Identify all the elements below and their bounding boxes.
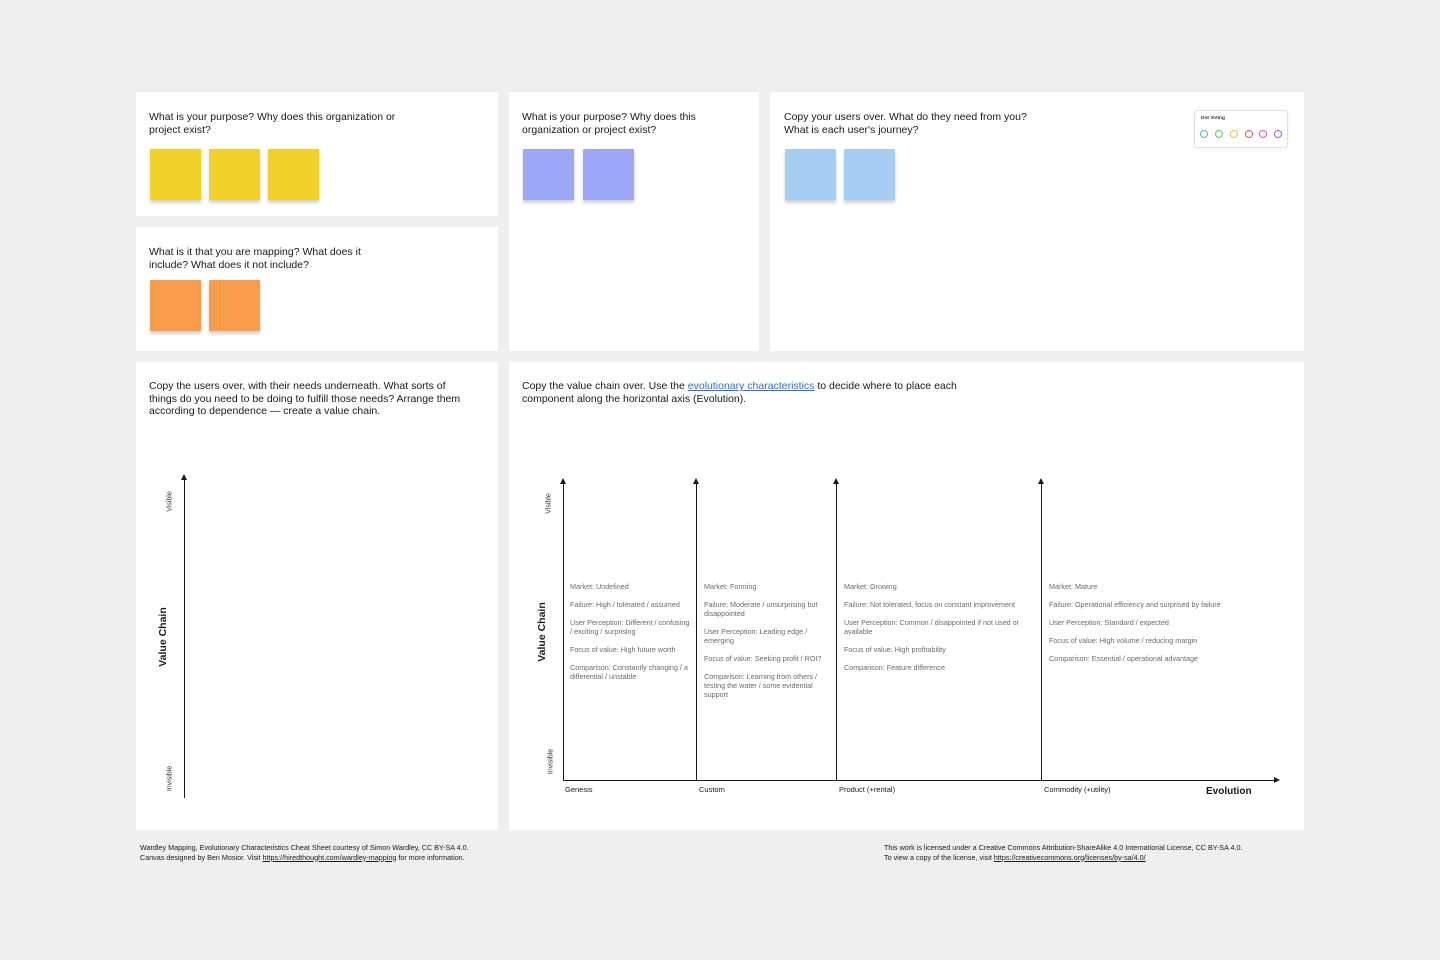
vote-dot[interactable] xyxy=(1215,130,1223,138)
characteristic-comparison: Comparison: Feature difference xyxy=(844,663,945,672)
vote-dot[interactable] xyxy=(1200,130,1208,138)
footer-left-prefix: Canvas designed by Ben Mosior. Visit xyxy=(140,852,263,862)
footer-attribution: Wardley Mapping, Evolutionary Characteri… xyxy=(140,843,560,862)
vote-dot[interactable] xyxy=(1274,130,1282,138)
axis-arrowhead xyxy=(181,474,187,480)
dot-voting-title: Dot Voting xyxy=(1201,116,1225,121)
purpose-panel-2: What is your purpose? Why does this orga… xyxy=(509,92,759,351)
license-link[interactable]: https://creativecommons.org/licenses/by-… xyxy=(994,853,1146,862)
purpose-panel: What is your purpose? Why does this orga… xyxy=(136,92,498,216)
value-chain-axis-label: Value Chain xyxy=(536,602,548,662)
characteristic-market: Market: Forming xyxy=(704,582,757,591)
purpose-prompt: What is your purpose? Why does this orga… xyxy=(149,111,396,136)
mapping-scope-panel: What is it that you are mapping? What do… xyxy=(136,227,498,351)
stage-divider-product xyxy=(836,482,837,781)
sticky-note[interactable] xyxy=(785,149,836,200)
commodity-characteristics: Market: Mature Failure: Operational effi… xyxy=(1049,582,1269,672)
footer-right-line1: This work is licensed under a Creative C… xyxy=(884,843,1243,852)
sticky-note[interactable] xyxy=(209,149,260,200)
sticky-note[interactable] xyxy=(150,149,201,200)
characteristic-comparison: Comparison: Learning from others / testi… xyxy=(704,672,818,699)
value-chain-axis xyxy=(563,482,564,781)
custom-characteristics: Market: Forming Failure: Moderate / unsu… xyxy=(704,582,828,708)
evolution-axis-label: Evolution xyxy=(1206,786,1252,797)
characteristic-comparison: Comparison: Constantly changing / a diff… xyxy=(570,663,688,681)
users-prompt: Copy your users over. What do they need … xyxy=(784,111,1027,136)
sticky-note[interactable] xyxy=(523,149,574,200)
visible-label: Visible xyxy=(545,493,553,514)
stage-label-product: Product (+rental) xyxy=(839,785,896,794)
stage-divider-custom xyxy=(696,482,697,781)
characteristic-failure: Failure: Moderate / unsurprising but dis… xyxy=(704,600,818,618)
vote-dot[interactable] xyxy=(1245,130,1253,138)
characteristic-perception: User Perception: Different / confusing /… xyxy=(570,618,690,636)
dot-voting-widget[interactable]: Dot Voting xyxy=(1194,110,1288,148)
product-characteristics: Market: Growing Failure: Not tolerated, … xyxy=(844,582,1024,681)
characteristic-focus: Focus of value: High profitability xyxy=(844,645,946,654)
sticky-note[interactable] xyxy=(583,149,634,200)
characteristic-comparison: Comparison: Essential / operational adva… xyxy=(1049,654,1199,663)
footer-left-line2: Canvas designed by Ben Mosior. Visit htt… xyxy=(140,853,560,863)
characteristic-perception: User Perception: Common / disappointed i… xyxy=(844,618,1019,636)
invisible-label: Invisible xyxy=(547,748,555,775)
characteristic-failure: Failure: Not tolerated, focus on constan… xyxy=(844,600,1015,609)
genesis-characteristics: Market: Undefined Failure: High / tolera… xyxy=(570,582,690,690)
footer-left-suffix: for more information. xyxy=(396,852,465,862)
visible-label: Visible xyxy=(166,491,174,512)
vote-dot[interactable] xyxy=(1259,130,1267,138)
footer-right-line2: To view a copy of the license, visit htt… xyxy=(884,853,1304,863)
stage-label-genesis: Genesis xyxy=(565,785,593,794)
characteristic-focus: Focus of value: High future worth xyxy=(570,645,676,654)
sticky-note[interactable] xyxy=(150,280,201,331)
characteristic-market: Market: Undefined xyxy=(570,582,629,591)
characteristic-perception: User Perception: Standard / expected xyxy=(1049,618,1169,627)
characteristic-market: Market: Growing xyxy=(844,582,897,591)
vote-dot[interactable] xyxy=(1230,130,1238,138)
value-chain-axis-label: Value Chain xyxy=(157,607,169,667)
evolution-panel: Copy the value chain over. Use the evolu… xyxy=(509,362,1304,830)
characteristic-failure: Failure: High / tolerated / assumed xyxy=(570,600,680,609)
evolution-axis xyxy=(563,780,1275,781)
axis-arrowhead xyxy=(693,478,699,484)
sticky-note[interactable] xyxy=(844,149,895,200)
stage-divider-commodity xyxy=(1041,482,1042,781)
purpose-prompt-2: What is your purpose? Why does this orga… xyxy=(522,111,696,136)
stage-label-custom: Custom xyxy=(699,785,725,794)
evolution-prompt-before: Copy the value chain over. Use the xyxy=(522,380,688,392)
value-chain-prompt: Copy the users over, with their needs un… xyxy=(149,380,461,417)
axis-arrowhead xyxy=(1038,478,1044,484)
characteristic-failure: Failure: Operational efficiency and surp… xyxy=(1049,600,1221,609)
sticky-note[interactable] xyxy=(268,149,319,200)
characteristic-market: Market: Mature xyxy=(1049,582,1098,591)
characteristic-focus: Focus of value: Seeking profit / ROI? xyxy=(704,654,822,663)
value-chain-panel: Copy the users over, with their needs un… xyxy=(136,362,498,830)
footer-left-line1: Wardley Mapping, Evolutionary Characteri… xyxy=(140,843,469,852)
footer-license: This work is licensed under a Creative C… xyxy=(884,843,1304,862)
axis-arrowhead xyxy=(833,478,839,484)
characteristic-focus: Focus of value: High volume / reducing m… xyxy=(1049,636,1198,645)
mapping-prompt: What is it that you are mapping? What do… xyxy=(149,246,361,271)
evolution-prompt: Copy the value chain over. Use the evolu… xyxy=(522,380,1002,405)
axis-arrowhead xyxy=(560,478,566,484)
footer-right-prefix: To view a copy of the license, visit xyxy=(884,852,994,862)
value-chain-axis xyxy=(184,478,185,798)
invisible-label: Invisible xyxy=(166,765,174,792)
axis-arrowhead-right xyxy=(1274,777,1280,783)
evolutionary-characteristics-link[interactable]: evolutionary characteristics xyxy=(688,380,815,392)
stage-label-commodity: Commodity (+utility) xyxy=(1044,785,1111,794)
hiredthought-link[interactable]: https://hiredthought.com/wardley-mapping xyxy=(263,853,397,862)
sticky-note[interactable] xyxy=(209,280,260,331)
characteristic-perception: User Perception: Leading edge / emerging xyxy=(704,627,808,645)
